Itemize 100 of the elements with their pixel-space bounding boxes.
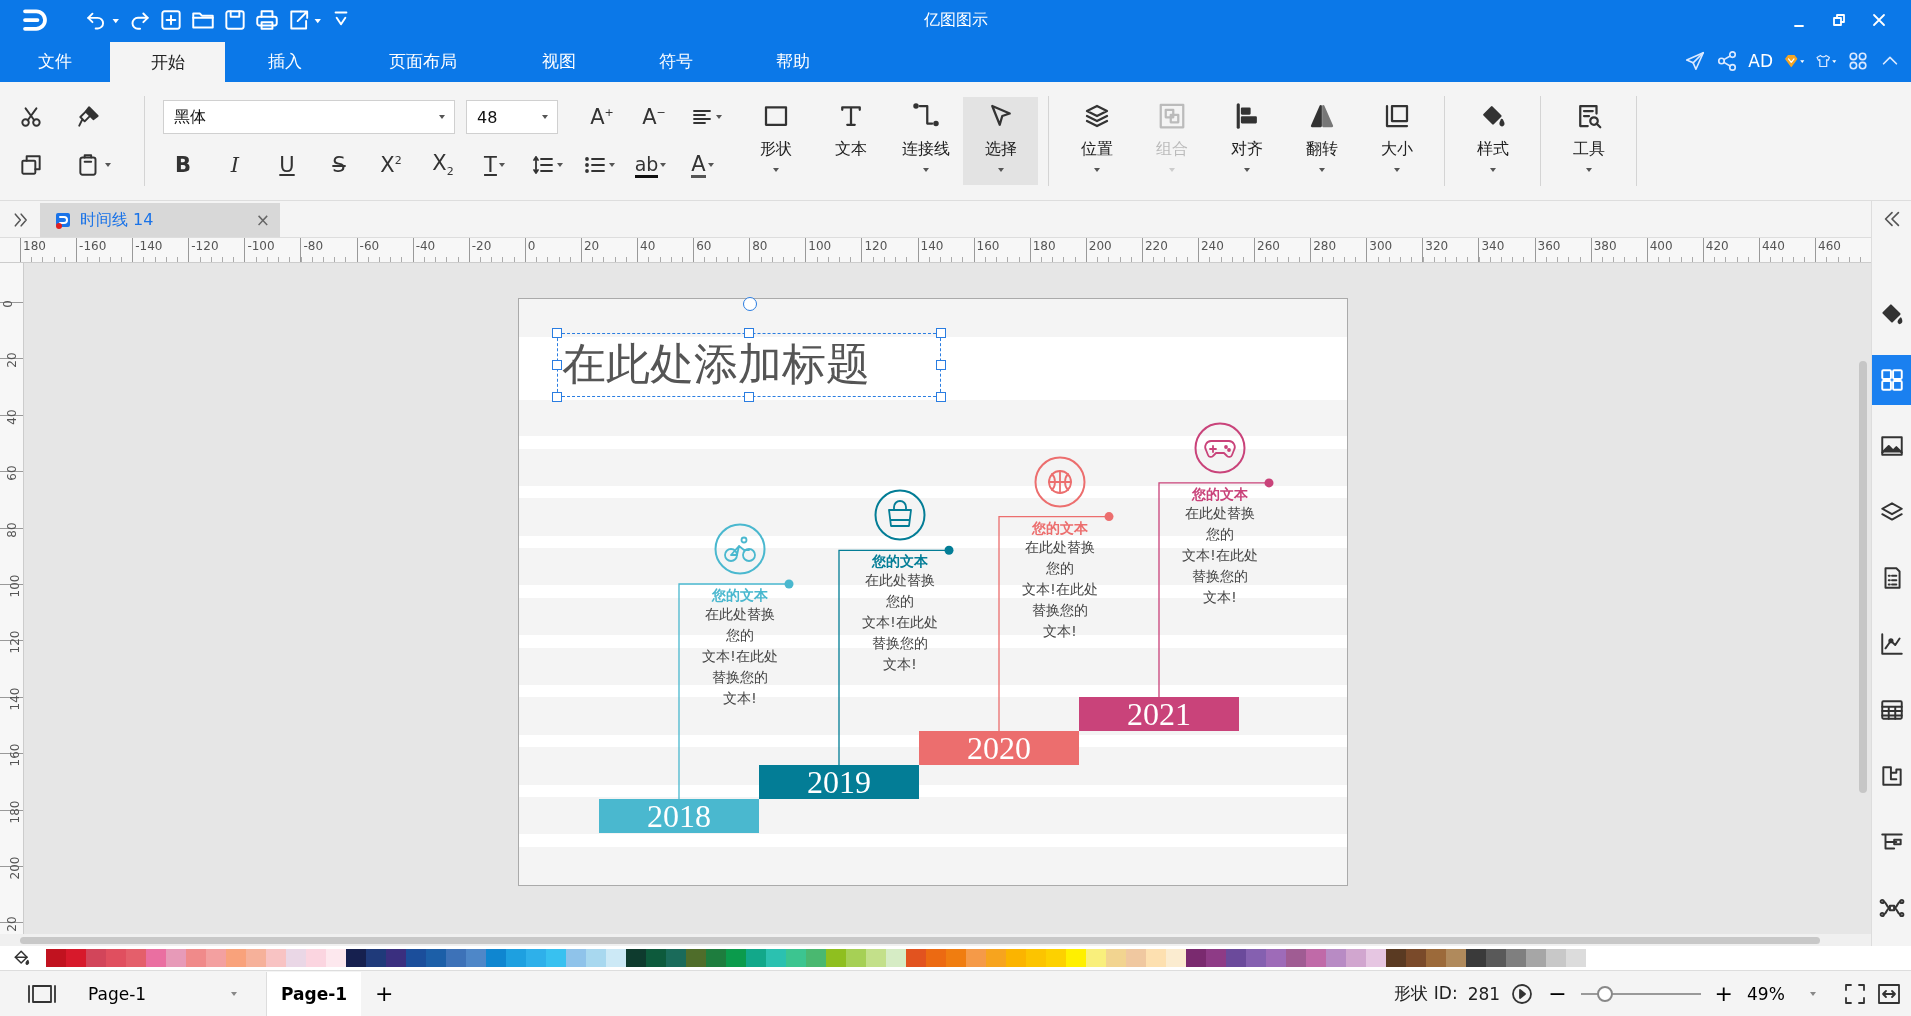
color-swatch[interactable] [506, 949, 526, 967]
color-swatch[interactable] [1166, 949, 1186, 967]
color-swatch[interactable] [1446, 949, 1466, 967]
slider-thumb[interactable] [1596, 985, 1613, 1002]
color-swatch[interactable] [1246, 949, 1266, 967]
toolbar-button[interactable]: 对齐 [1209, 97, 1284, 185]
page-tab[interactable]: Page-1 [266, 971, 362, 1016]
toolbar-button[interactable]: 连接线 [888, 97, 963, 185]
color-swatch[interactable] [726, 949, 746, 967]
toolbar-button[interactable]: 样式 [1455, 97, 1530, 185]
toolbar-button[interactable]: 大小 [1359, 97, 1434, 185]
menu-tab[interactable]: 符号 [617, 40, 734, 82]
color-swatch[interactable] [1366, 949, 1386, 967]
color-swatch[interactable] [1026, 949, 1046, 967]
save-icon[interactable] [222, 7, 248, 33]
restore-icon[interactable] [1831, 12, 1847, 28]
print-icon[interactable] [254, 7, 280, 33]
menu-tab[interactable]: 页面布局 [345, 40, 500, 82]
color-swatch[interactable] [1346, 949, 1366, 967]
color-swatch[interactable] [226, 949, 246, 967]
color-swatch[interactable] [626, 949, 646, 967]
add-page-button[interactable]: + [365, 981, 404, 1006]
color-swatch[interactable] [406, 949, 426, 967]
close-icon[interactable] [1871, 12, 1887, 28]
color-swatch[interactable] [1386, 949, 1406, 967]
color-swatch[interactable] [266, 949, 286, 967]
font-family-dropdown[interactable]: 黑体 [163, 100, 455, 134]
resize-handle[interactable] [552, 392, 562, 402]
fit-page-icon[interactable] [1843, 981, 1867, 1006]
color-swatch[interactable] [546, 949, 566, 967]
color-swatch[interactable] [846, 949, 866, 967]
color-swatch[interactable] [386, 949, 406, 967]
color-swatch[interactable] [466, 949, 486, 967]
color-swatch[interactable] [786, 949, 806, 967]
menu-tab[interactable]: 插入 [225, 40, 345, 82]
font-color-button[interactable]: A [683, 148, 723, 182]
color-swatch[interactable] [146, 949, 166, 967]
fill-icon[interactable] [12, 948, 32, 968]
color-swatch[interactable] [806, 949, 826, 967]
color-swatch[interactable] [366, 949, 386, 967]
color-swatch[interactable] [1526, 949, 1546, 967]
scrollbar[interactable] [1859, 361, 1867, 793]
color-swatch[interactable] [1506, 949, 1526, 967]
color-swatch[interactable] [166, 949, 186, 967]
toolbar-button[interactable]: 选择 [963, 97, 1038, 185]
color-swatch[interactable] [1086, 949, 1106, 967]
color-swatch[interactable] [306, 949, 326, 967]
grow-font-button[interactable]: A$^{+}$ [582, 100, 622, 134]
page-dropdown[interactable]: Page-1 [88, 978, 238, 1009]
text-style-button[interactable]: T [475, 148, 515, 182]
color-swatch[interactable] [1146, 949, 1166, 967]
color-swatch[interactable] [286, 949, 306, 967]
resize-handle[interactable] [744, 392, 754, 402]
color-swatch[interactable] [1566, 949, 1586, 967]
color-swatch[interactable] [1486, 949, 1506, 967]
color-swatch[interactable] [766, 949, 786, 967]
color-swatch[interactable] [1206, 949, 1226, 967]
menu-tab[interactable]: 视图 [500, 40, 617, 82]
color-swatch[interactable] [1426, 949, 1446, 967]
menu-tab[interactable]: 文件 [0, 40, 110, 82]
color-swatch[interactable] [326, 949, 346, 967]
scrollbar[interactable] [20, 936, 1820, 944]
color-swatch[interactable] [446, 949, 466, 967]
color-swatch[interactable] [1226, 949, 1246, 967]
resize-handle[interactable] [936, 328, 946, 338]
resize-handle[interactable] [552, 328, 562, 338]
color-swatch[interactable] [1326, 949, 1346, 967]
color-swatch[interactable] [1266, 949, 1286, 967]
account-name[interactable]: AD [1748, 51, 1773, 71]
color-swatch[interactable] [1306, 949, 1326, 967]
color-swatch[interactable] [586, 949, 606, 967]
color-swatch[interactable] [1126, 949, 1146, 967]
color-swatch[interactable] [106, 949, 126, 967]
italic-button[interactable]: I [215, 148, 255, 182]
subscript-button[interactable]: X$_{2}$ [423, 148, 463, 182]
color-swatch[interactable] [666, 949, 686, 967]
color-swatch[interactable] [66, 949, 86, 967]
color-swatch[interactable] [566, 949, 586, 967]
color-swatch[interactable] [1546, 949, 1566, 967]
color-swatch[interactable] [1046, 949, 1066, 967]
strikethrough-button[interactable]: S [319, 148, 359, 182]
zoom-in-button[interactable]: + [1710, 981, 1737, 1006]
apps-icon[interactable] [1847, 50, 1869, 72]
superscript-button[interactable]: X$^{2}$ [371, 148, 411, 182]
bold-button[interactable]: B [163, 148, 203, 182]
color-swatch[interactable] [1006, 949, 1026, 967]
resize-handle[interactable] [936, 392, 946, 402]
font-size-dropdown[interactable]: 48 [466, 100, 558, 134]
send-icon[interactable] [1684, 50, 1707, 72]
toolbar-button[interactable]: 文本 [813, 97, 888, 185]
color-swatch[interactable] [46, 949, 66, 967]
toolbar-button[interactable]: 翻转 [1284, 97, 1359, 185]
color-swatch[interactable] [1106, 949, 1126, 967]
close-tab-icon[interactable]: × [255, 210, 270, 230]
share-icon[interactable] [1716, 50, 1739, 72]
page-view-icon[interactable] [26, 982, 58, 1005]
document-tab[interactable]: 时间线 14 × [40, 203, 280, 237]
play-icon[interactable] [1510, 981, 1535, 1006]
color-swatch[interactable] [1286, 949, 1306, 967]
color-swatch[interactable] [1466, 949, 1486, 967]
